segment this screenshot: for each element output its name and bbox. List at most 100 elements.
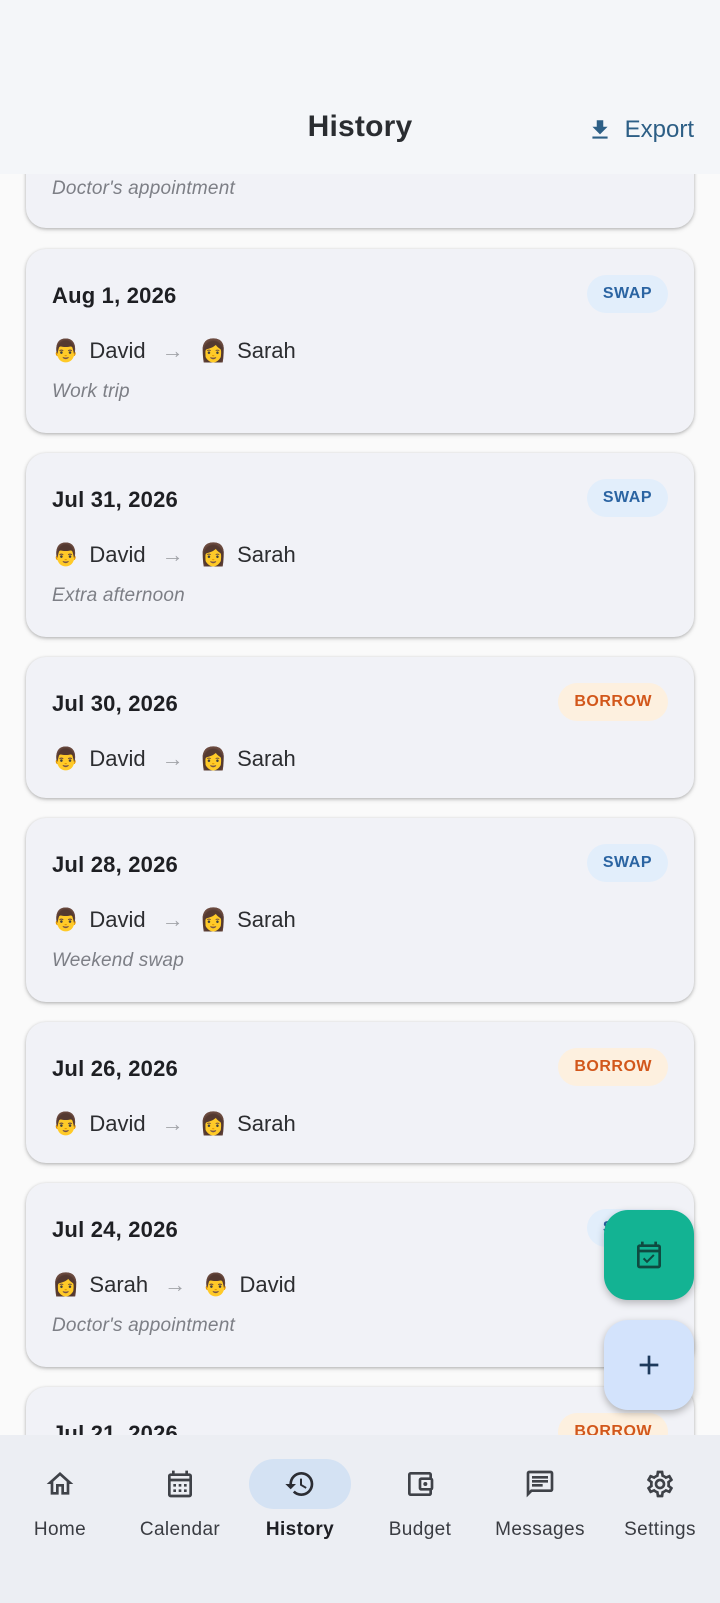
transfer-row: 👩 Sarah → 👨 David [52,1269,296,1301]
to-name: Sarah [237,542,296,567]
history-icon [285,1472,314,1496]
from-person: 👨 David [52,746,146,772]
nav-label-calendar: Calendar [139,1519,221,1540]
card-note: Work trip [52,381,130,402]
history-card[interactable]: Jul 21, 2026 BORROW [26,1387,694,1435]
card-note: Doctor's appointment [52,178,235,199]
borrow-badge: BORROW [558,683,668,721]
nav-label-home: Home [33,1519,87,1540]
wallet-icon [408,1472,434,1496]
woman-emoji-icon: 👩 [199,746,228,771]
arrow-right-icon: → [161,1111,184,1136]
bottom-navigation: Home Calendar History Budget Messages Se… [0,1435,720,1603]
man-emoji-icon: 👨 [52,542,80,567]
nav-label-budget: Budget [388,1519,452,1540]
nav-label-messages: Messages [495,1519,585,1540]
to-person: 👩 Sarah [200,1111,296,1137]
from-person: 👨 David [52,338,146,364]
to-person: 👩 Sarah [200,542,296,568]
from-name: Sarah [89,1272,149,1297]
card-note: Weekend swap [52,950,184,971]
message-icon [526,1470,554,1498]
woman-emoji-icon: 👩 [199,338,228,363]
history-card[interactable]: Aug 1, 2026 SWAP 👨 David → 👩 Sarah Work … [26,249,694,433]
woman-emoji-icon: 👩 [199,1111,228,1136]
man-emoji-icon: 👨 [202,1272,230,1297]
from-name: David [89,746,146,771]
to-person: 👩 Sarah [200,338,296,364]
from-name: David [89,907,146,932]
to-person: 👩 Sarah [200,746,296,772]
history-card[interactable]: Jul 24, 2026 SWAP 👩 Sarah → 👨 David Doct… [26,1183,694,1367]
arrow-right-icon: → [161,746,184,771]
event-available-icon [637,1241,661,1269]
from-name: David [89,338,146,363]
app-bar: History Export [0,0,720,174]
card-date: Jul 28, 2026 [52,852,178,877]
arrow-right-icon: → [161,907,184,932]
from-person: 👨 David [52,542,146,568]
woman-emoji-icon: 👩 [199,907,228,932]
swap-badge: SWAP [586,275,668,313]
woman-emoji-icon: 👩 [52,1272,80,1297]
man-emoji-icon: 👨 [52,1111,80,1136]
to-name: Sarah [237,746,296,771]
from-name: David [89,1111,146,1136]
history-card[interactable]: Jul 30, 2026 BORROW 👨 David → 👩 Sarah [26,657,694,798]
from-name: David [89,542,146,567]
man-emoji-icon: 👨 [52,746,80,771]
card-date: Jul 26, 2026 [52,1056,178,1081]
nav-item-history[interactable]: History [240,1459,360,1569]
to-person: 👨 David [202,1272,296,1298]
home-icon [46,1472,74,1495]
card-date: Jul 24, 2026 [52,1217,178,1242]
from-person: 👨 David [52,1111,146,1137]
nav-item-calendar[interactable]: Calendar [120,1459,240,1569]
nav-item-messages[interactable]: Messages [480,1459,600,1569]
transfer-row: 👨 David → 👩 Sarah [52,1108,296,1140]
to-name: David [239,1272,296,1297]
calendar-icon [168,1470,192,1498]
nav-item-budget[interactable]: Budget [360,1459,480,1569]
from-person: 👨 David [52,907,146,933]
woman-emoji-icon: 👩 [199,542,228,567]
add-entry-fab[interactable] [604,1320,694,1410]
to-name: Sarah [237,907,296,932]
transfer-row: 👨 David → 👩 Sarah [52,904,296,936]
card-note: Doctor's appointment [52,1315,235,1336]
gear-icon [647,1470,673,1498]
card-date: Aug 1, 2026 [52,283,177,308]
history-card[interactable]: Jul 31, 2026 SWAP 👨 David → 👩 Sarah Extr… [26,453,694,637]
card-note: Extra afternoon [52,585,185,606]
nav-label-history: History [265,1519,335,1540]
card-date: Jul 30, 2026 [52,691,178,716]
man-emoji-icon: 👨 [52,338,80,363]
swap-badge: SWAP [586,844,668,882]
transfer-row: 👨 David → 👩 Sarah [52,335,296,367]
to-name: Sarah [237,338,296,363]
arrow-right-icon: → [164,1272,187,1297]
download-icon [592,120,608,139]
to-name: Sarah [237,1111,296,1136]
card-date: Jul 31, 2026 [52,487,178,512]
history-card[interactable]: Jul 28, 2026 SWAP 👨 David → 👩 Sarah Week… [26,818,694,1002]
arrow-right-icon: → [161,338,184,363]
plus-icon [639,1355,659,1375]
nav-item-settings[interactable]: Settings [600,1459,720,1569]
nav-label-settings: Settings [624,1519,696,1540]
card-date: Jul 21, 2026 [52,1421,178,1435]
to-person: 👩 Sarah [200,907,296,933]
history-card[interactable]: Jul 26, 2026 BORROW 👨 David → 👩 Sarah [26,1022,694,1163]
calendar-check-fab[interactable] [604,1210,694,1300]
export-button[interactable]: Export [587,112,694,148]
transfer-row: 👨 David → 👩 Sarah [52,539,296,571]
transfer-row: 👨 David → 👩 Sarah [52,743,296,775]
borrow-badge: BORROW [558,1048,668,1086]
man-emoji-icon: 👨 [52,907,80,932]
from-person: 👩 Sarah [52,1272,148,1298]
export-label: Export [624,116,694,143]
arrow-right-icon: → [161,542,184,567]
nav-item-home[interactable]: Home [0,1459,120,1569]
borrow-badge: BORROW [558,1413,668,1435]
swap-badge: SWAP [586,479,668,517]
